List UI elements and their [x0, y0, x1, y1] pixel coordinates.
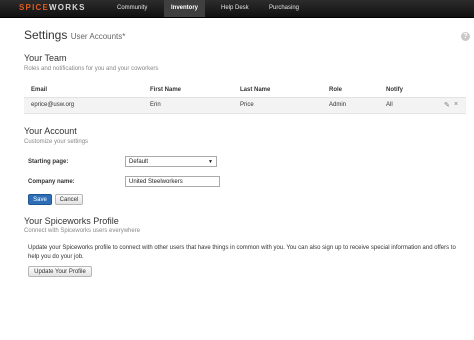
- column-header-role[interactable]: Role: [329, 87, 342, 93]
- cell-role: Admin: [329, 102, 347, 108]
- logo-text-spice: SPICE: [19, 3, 50, 12]
- team-table-header: Email First Name Last Name Role Notify: [24, 83, 466, 98]
- column-header-email[interactable]: Email: [31, 87, 47, 93]
- account-heading: Your Account: [24, 126, 77, 136]
- company-name-input[interactable]: United Steelworkers: [125, 176, 220, 187]
- page-title-text: Settings: [24, 28, 68, 42]
- chevron-down-icon: ▼: [208, 159, 213, 165]
- profile-heading: Your Spiceworks Profile: [24, 216, 119, 226]
- save-button[interactable]: Save: [28, 194, 52, 205]
- update-profile-button[interactable]: Update Your Profile: [28, 266, 92, 277]
- help-icon[interactable]: ?: [461, 32, 470, 41]
- cell-notify: All: [386, 102, 393, 108]
- profile-paragraph: Update your Spiceworks profile to connec…: [28, 245, 456, 260]
- column-header-first-name[interactable]: First Name: [150, 87, 181, 93]
- starting-page-select[interactable]: Default ▼: [125, 156, 217, 167]
- logo-text-works: WORKS: [49, 3, 86, 12]
- remove-x-icon[interactable]: ×: [454, 101, 458, 108]
- table-row[interactable]: eprice@usw.org Erin Price Admin All ✎ ×: [24, 98, 466, 114]
- cell-email: eprice@usw.org: [31, 102, 75, 108]
- page-title: Settings User Accounts*: [24, 28, 125, 42]
- nav-item-community[interactable]: Community: [110, 0, 154, 17]
- company-name-label: Company name:: [28, 179, 75, 185]
- column-header-notify[interactable]: Notify: [386, 87, 403, 93]
- starting-page-value: Default: [129, 159, 149, 165]
- cell-last-name: Price: [240, 102, 254, 108]
- starting-page-label: Starting page:: [28, 159, 69, 165]
- cancel-button[interactable]: Cancel: [55, 194, 83, 205]
- top-nav-bar: SPICEWORKS Community Inventory Help Desk…: [0, 0, 474, 18]
- cell-first-name: Erin: [150, 102, 161, 108]
- profile-description: Connect with Spiceworks users everywhere: [24, 228, 141, 234]
- nav-item-purchasing[interactable]: Purchasing: [262, 0, 306, 17]
- column-header-last-name[interactable]: Last Name: [240, 87, 270, 93]
- spiceworks-logo[interactable]: SPICEWORKS: [19, 3, 86, 12]
- team-heading: Your Team: [24, 53, 67, 63]
- nav-item-inventory[interactable]: Inventory: [164, 0, 206, 17]
- team-description: Roles and notifications for you and your…: [24, 66, 159, 72]
- page-subtitle: User Accounts*: [70, 32, 126, 41]
- edit-pencil-icon[interactable]: ✎: [444, 101, 450, 109]
- account-description: Customize your settings: [24, 139, 89, 145]
- nav-item-help-desk[interactable]: Help Desk: [214, 0, 256, 17]
